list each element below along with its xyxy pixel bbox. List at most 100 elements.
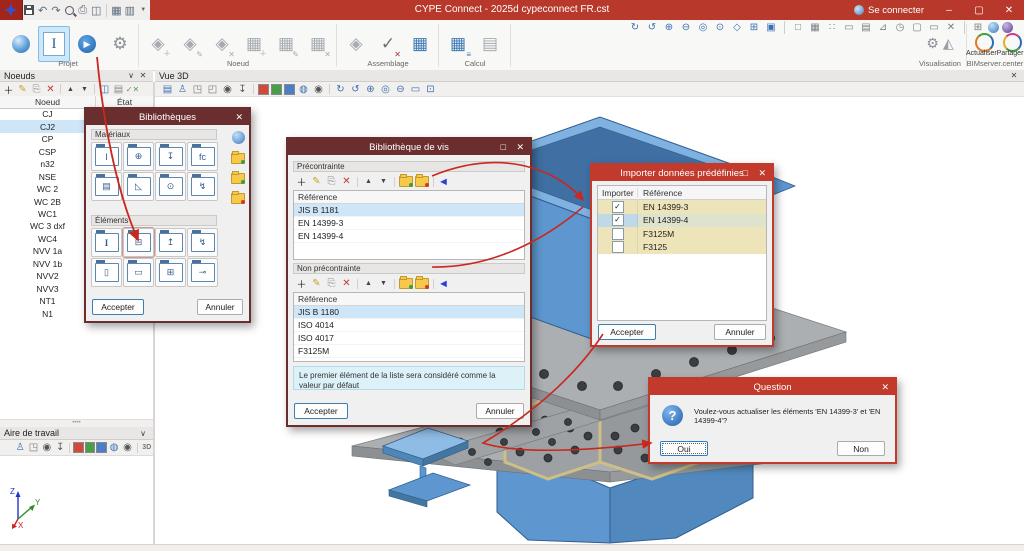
account-button[interactable]: Se connecter	[854, 0, 924, 20]
pre-folder-export-button[interactable]	[399, 174, 413, 187]
export-sheet-icon[interactable]: ▤	[161, 83, 174, 95]
checkbox[interactable]	[611, 200, 624, 213]
aire-blue-plane-icon[interactable]	[96, 442, 107, 453]
delete-node-list-button[interactable]: ✕	[44, 83, 57, 95]
column-importer[interactable]: Importer	[598, 187, 638, 198]
column-reference[interactable]: Référence	[638, 188, 766, 198]
screws-library-button[interactable]: ⊸	[187, 258, 218, 287]
vue3d-close-icon[interactable]: ✕	[1008, 71, 1020, 80]
bimserver-project-button[interactable]	[5, 26, 37, 62]
concrete-library-button[interactable]: fc	[187, 142, 218, 171]
fullscreen-icon[interactable]: ▣	[764, 21, 778, 34]
anchor-material-library-button[interactable]: ↧	[155, 142, 186, 171]
column-noeud[interactable]: Noeud	[0, 96, 96, 108]
clock-icon[interactable]: ◷	[893, 21, 907, 34]
cube-icon[interactable]: ◳	[191, 83, 204, 95]
comment-icon[interactable]: ▭	[927, 21, 941, 34]
zoom-out-icon[interactable]: ⊖	[679, 21, 693, 34]
plates-library-button[interactable]: ▯	[91, 258, 122, 287]
pre-import-predef-button[interactable]: ◄	[438, 176, 449, 188]
non-import-predef-button[interactable]: ◄	[438, 278, 449, 290]
importer-cancel-button[interactable]: Annuler	[714, 324, 766, 340]
panel-collapse-icon[interactable]: ∨	[125, 71, 137, 80]
online-library-icon[interactable]	[231, 131, 245, 144]
zoom-window-icon[interactable]: ⊙	[713, 21, 727, 34]
redo-icon[interactable]: ↷	[50, 2, 62, 18]
assembly-button[interactable]: ◈	[340, 26, 372, 62]
pre-add-button[interactable]: ＋	[295, 176, 308, 189]
visibility-icon[interactable]: ◉	[312, 83, 325, 95]
pre-folder-import-button[interactable]	[415, 174, 429, 187]
importer-accept-button[interactable]: Accepter	[598, 324, 656, 340]
delete-node-button[interactable]: ◈ ✕	[206, 26, 238, 62]
aire-eye-icon[interactable]: ◉	[41, 442, 53, 454]
aire-person-icon[interactable]: ♙	[14, 442, 26, 454]
center-view-icon[interactable]: ⊞	[747, 21, 761, 34]
minimize-button[interactable]: –	[934, 0, 964, 20]
red-plane-icon[interactable]	[258, 83, 269, 95]
import-nodes-button[interactable]: ◫	[98, 83, 111, 95]
vis-close-icon[interactable]: ✕	[516, 139, 524, 155]
copy-node-list-button[interactable]: ⎘	[30, 83, 43, 95]
aire-visibility-icon[interactable]: ◉	[121, 442, 133, 454]
eye-icon[interactable]: ◉	[221, 83, 234, 95]
zoom-search-icon[interactable]	[63, 2, 75, 18]
move-up-button[interactable]: ▲	[64, 83, 77, 95]
pre-down-button[interactable]: ▼	[377, 176, 390, 188]
vue3d-panel-header[interactable]: Vue 3D ✕	[155, 70, 1024, 82]
question-no-button[interactable]: Non	[837, 441, 885, 456]
assembly-table-button[interactable]: ▦	[404, 26, 436, 62]
check-assembly-button[interactable]: ✓ ✕	[372, 26, 404, 62]
ruler-icon[interactable]: ▭	[842, 21, 856, 34]
play-tutorial-button[interactable]: ▶	[71, 26, 103, 62]
flat-plates-library-button[interactable]: ▭	[123, 258, 154, 287]
non-row[interactable]: ISO 4017	[294, 332, 524, 345]
importer-row[interactable]: EN 14399-3	[598, 200, 766, 214]
aire-collapse-icon[interactable]: ∨	[137, 429, 149, 438]
checkbox[interactable]	[611, 241, 624, 254]
panel-close-icon[interactable]: ✕	[137, 71, 149, 80]
green-plane-icon[interactable]	[271, 83, 282, 95]
importer-titlebar[interactable]: Importer données prédéfinies □ ✕	[592, 165, 772, 181]
folder-import-icon[interactable]	[231, 171, 245, 184]
title-bar[interactable]: ↶ ↷ ⎙ ◫ ▦ ▥ ▼ CYPE Connect - 2025d cypec…	[0, 0, 1024, 21]
importer-row[interactable]: F3125	[598, 240, 766, 254]
checkbox[interactable]	[611, 227, 624, 240]
importer-row[interactable]: F3125M	[598, 227, 766, 241]
move-down-button[interactable]: ▼	[78, 83, 91, 95]
screen-view-icon[interactable]: ⊡	[424, 83, 437, 95]
non-up-button[interactable]: ▲	[362, 278, 375, 290]
bolt-material-library-button[interactable]: ⊕	[123, 142, 154, 171]
blue-plane-icon[interactable]	[284, 83, 295, 95]
export-icon[interactable]: ▥	[124, 2, 136, 18]
grid-toggle-icon[interactable]: ▦	[808, 21, 822, 34]
bibliotheques-cancel-button[interactable]: Annuler	[197, 299, 243, 315]
add-node-list-button[interactable]: ＋	[2, 83, 15, 97]
aire-cube-icon[interactable]: ◳	[27, 442, 39, 454]
plate-material-library-button[interactable]: ▤	[91, 172, 122, 201]
vis-accept-button[interactable]: Accepter	[294, 403, 348, 419]
check-nodes-button[interactable]: ✓✕	[126, 83, 139, 95]
bolts-library-button[interactable]: ⊟	[122, 227, 155, 258]
welds-library-button[interactable]: ↯	[187, 228, 218, 257]
anchors-library-button[interactable]: ↥	[155, 228, 186, 257]
aire-panel-header[interactable]: Aire de travail ∨	[0, 427, 153, 440]
calculate-button[interactable]: ▦ ≡	[442, 26, 474, 62]
print-icon[interactable]: ⎙	[77, 2, 89, 18]
non-edit-button[interactable]: ✎	[310, 278, 323, 290]
settings-button[interactable]: ⚙	[104, 26, 136, 62]
tools-icon[interactable]: ✕	[944, 21, 958, 34]
export-nodes-button[interactable]: ▤	[112, 83, 125, 95]
rotate-icon[interactable]: ↺	[645, 21, 659, 34]
steel-library-button[interactable]: I	[91, 142, 122, 171]
pan-view-icon[interactable]: ▭	[409, 83, 422, 95]
save-icon[interactable]	[23, 2, 35, 18]
zoom-in-view-icon[interactable]: ⊕	[364, 83, 377, 95]
noeuds-panel-header[interactable]: Noeuds ∨ ✕	[0, 70, 153, 82]
vis-cancel-button[interactable]: Annuler	[476, 403, 524, 419]
pre-delete-button[interactable]: ✕	[340, 176, 353, 188]
angle-icon[interactable]: ⊿	[876, 21, 890, 34]
vis-titlebar[interactable]: Bibliothèque de vis □ ✕	[288, 139, 530, 155]
non-row[interactable]: F3125M	[294, 345, 524, 358]
aire-red-plane-icon[interactable]	[73, 442, 84, 453]
